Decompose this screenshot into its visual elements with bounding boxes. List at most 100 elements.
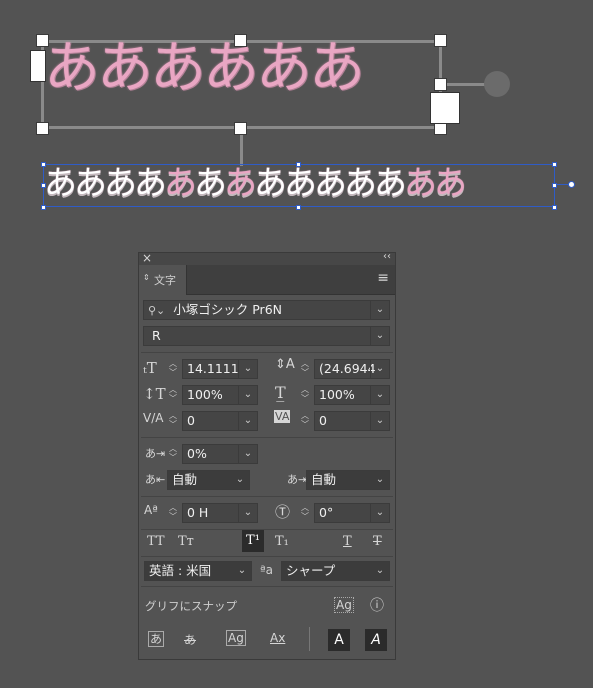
tracking-input[interactable]: 0 ⌄ (314, 411, 390, 431)
underline-button[interactable]: T (343, 534, 352, 549)
small-caps-button[interactable]: Tт (178, 534, 194, 549)
font-family-value: 小塚ゴシック Pr6N (173, 302, 283, 317)
aki-left-icon: あ⇤ (145, 473, 166, 486)
selection-anchor-dot[interactable] (568, 181, 575, 188)
chevron-down-icon[interactable]: ⌄ (370, 360, 389, 378)
tab-character[interactable]: ⇕ 文字 (139, 265, 187, 295)
large-text-object[interactable]: ああああああ (44, 34, 365, 104)
tracking-stepper[interactable]: ︿ ﹀ (299, 411, 311, 431)
subscript-button[interactable]: T₁ (275, 534, 289, 549)
selection-handle-top-right[interactable] (552, 162, 557, 167)
font-size-input[interactable]: 14.1111 ⌄ (182, 359, 258, 379)
selection-handle-top-left[interactable] (41, 162, 46, 167)
panel-title-bar[interactable]: × ‹‹ (139, 251, 395, 265)
divider (141, 496, 393, 497)
aki-right-select[interactable]: 自動 ⌄ (306, 470, 390, 490)
horizontal-scale-input[interactable]: 100% ⌄ (314, 385, 390, 405)
all-caps-button[interactable]: TT (147, 534, 165, 549)
vertical-scale-stepper[interactable]: ︿ ﹀ (167, 385, 179, 405)
divider (141, 556, 393, 557)
selection-handle-bottom-left[interactable] (41, 205, 46, 210)
glyph-icon[interactable]: Ag (334, 597, 354, 613)
tab-character-label: 文字 (154, 274, 176, 287)
rotation-icon: Ⓣ (275, 503, 291, 521)
font-size-stepper[interactable]: ︿ ﹀ (167, 359, 179, 379)
baseline-shift-input[interactable]: 0 H ⌄ (182, 503, 258, 523)
chevron-down-icon[interactable]: ⌄ (238, 504, 257, 522)
rotation-stepper[interactable]: ︿ ﹀ (299, 503, 311, 523)
snap-glyph-bounds-button[interactable]: Ag (226, 630, 246, 646)
tracking-icon: VA (274, 410, 291, 423)
chevron-down-icon[interactable]: ⌄ (371, 562, 389, 580)
leading-stepper[interactable]: ︿ ﹀ (299, 359, 311, 379)
tsume-input[interactable]: 0% ⌄ (182, 444, 258, 464)
divider (141, 437, 393, 438)
chevron-down-icon[interactable]: ⌄ (370, 301, 389, 319)
rotate-connector (440, 83, 490, 86)
rotation-input[interactable]: 0° ⌄ (314, 503, 390, 523)
rotate-handle[interactable] (484, 71, 510, 97)
chevron-down-icon[interactable]: ⌄ (238, 412, 257, 430)
character-panel: × ‹‹ ⇕ 文字 ≡ ⚲⌄ 小塚ゴシック Pr6N ⌄ R ⌄ ₜT ︿ ﹀ 1… (138, 251, 396, 660)
chevron-down-icon[interactable]: ⌄ (370, 386, 389, 404)
chevron-down-icon[interactable]: ⌄ (231, 471, 249, 489)
chevron-down-icon[interactable]: ⌄ (370, 412, 389, 430)
selection-handle-right-mid[interactable] (552, 183, 557, 188)
chevron-down-icon[interactable]: ⌄ (238, 360, 257, 378)
frame-handle-top-left[interactable] (36, 34, 49, 47)
selection-handle-bottom-right[interactable] (552, 205, 557, 210)
horizontal-scale-icon: T̲ (275, 383, 286, 402)
baseline-shift-stepper[interactable]: ︿ ﹀ (167, 503, 179, 523)
selection-handle-left-mid[interactable] (41, 183, 46, 188)
kerning-input[interactable]: 0 ⌄ (182, 411, 258, 431)
strikethrough-button[interactable]: T (373, 534, 382, 549)
snap-baseline-button[interactable]: あ (148, 631, 164, 647)
font-style-field[interactable]: R ⌄ (143, 326, 390, 346)
snap-anchor-button[interactable]: A (365, 629, 387, 651)
frame-handle-bottom-left[interactable] (36, 122, 49, 135)
right-bracket-marker (430, 92, 460, 124)
small-text-object[interactable]: ああああああああああああああ (44, 161, 467, 205)
chevron-down-icon[interactable]: ⌄ (371, 471, 389, 489)
chevron-down-icon[interactable]: ⌄ (233, 562, 251, 580)
vertical-scale-input[interactable]: 100% ⌄ (182, 385, 258, 405)
superscript-button[interactable]: T¹ (242, 530, 264, 552)
anti-alias-select[interactable]: シャープ ⌄ (281, 561, 390, 581)
aki-right-icon: あ⇥ (287, 473, 308, 486)
chevron-down-icon[interactable]: ⌄ (370, 327, 389, 345)
frame-handle-bottom-mid[interactable] (234, 122, 247, 135)
snap-proximity-button[interactable]: Ax (270, 631, 285, 645)
font-size-icon: ₜT (143, 359, 157, 377)
selection-handle-top-mid[interactable] (296, 162, 301, 167)
search-icon: ⚲⌄ (148, 304, 166, 317)
anti-alias-icon: ªa (260, 563, 274, 577)
collapse-icon[interactable]: ‹‹ (383, 251, 391, 262)
divider (141, 586, 393, 587)
frame-handle-top-right[interactable] (434, 34, 447, 47)
close-icon[interactable]: × (142, 251, 152, 265)
frame-handle-right-mid[interactable] (434, 78, 447, 91)
language-select[interactable]: 英語 : 米国 ⌄ (144, 561, 252, 581)
frame-handle-top-mid[interactable] (234, 34, 247, 47)
aki-left-select[interactable]: 自動 ⌄ (167, 470, 250, 490)
font-style-value: R (152, 328, 161, 343)
snap-xheight-button[interactable]: あ (184, 631, 196, 648)
snap-angular-button[interactable]: A (328, 629, 350, 651)
tsume-stepper[interactable]: ︿ ﹀ (167, 444, 179, 464)
tab-grip-icon: ⇕ (143, 273, 150, 282)
chevron-down-icon[interactable]: ⌄ (238, 445, 257, 463)
chevron-down-icon[interactable]: ⌄ (370, 504, 389, 522)
divider (141, 352, 393, 353)
selection-handle-bottom-mid[interactable] (296, 205, 301, 210)
kerning-stepper[interactable]: ︿ ﹀ (167, 411, 179, 431)
leading-icon: ⇕A (275, 357, 295, 372)
horizontal-scale-stepper[interactable]: ︿ ﹀ (299, 385, 311, 405)
divider (141, 529, 393, 530)
vertical-scale-icon: ↕T (143, 385, 166, 403)
left-bracket-marker (30, 50, 46, 82)
chevron-down-icon[interactable]: ⌄ (238, 386, 257, 404)
leading-input[interactable]: (24.6944 ⌄ (314, 359, 390, 379)
info-icon[interactable]: ⓘ (370, 595, 384, 615)
panel-menu-icon[interactable]: ≡ (377, 270, 389, 286)
font-family-field[interactable]: ⚲⌄ 小塚ゴシック Pr6N ⌄ (143, 300, 390, 320)
